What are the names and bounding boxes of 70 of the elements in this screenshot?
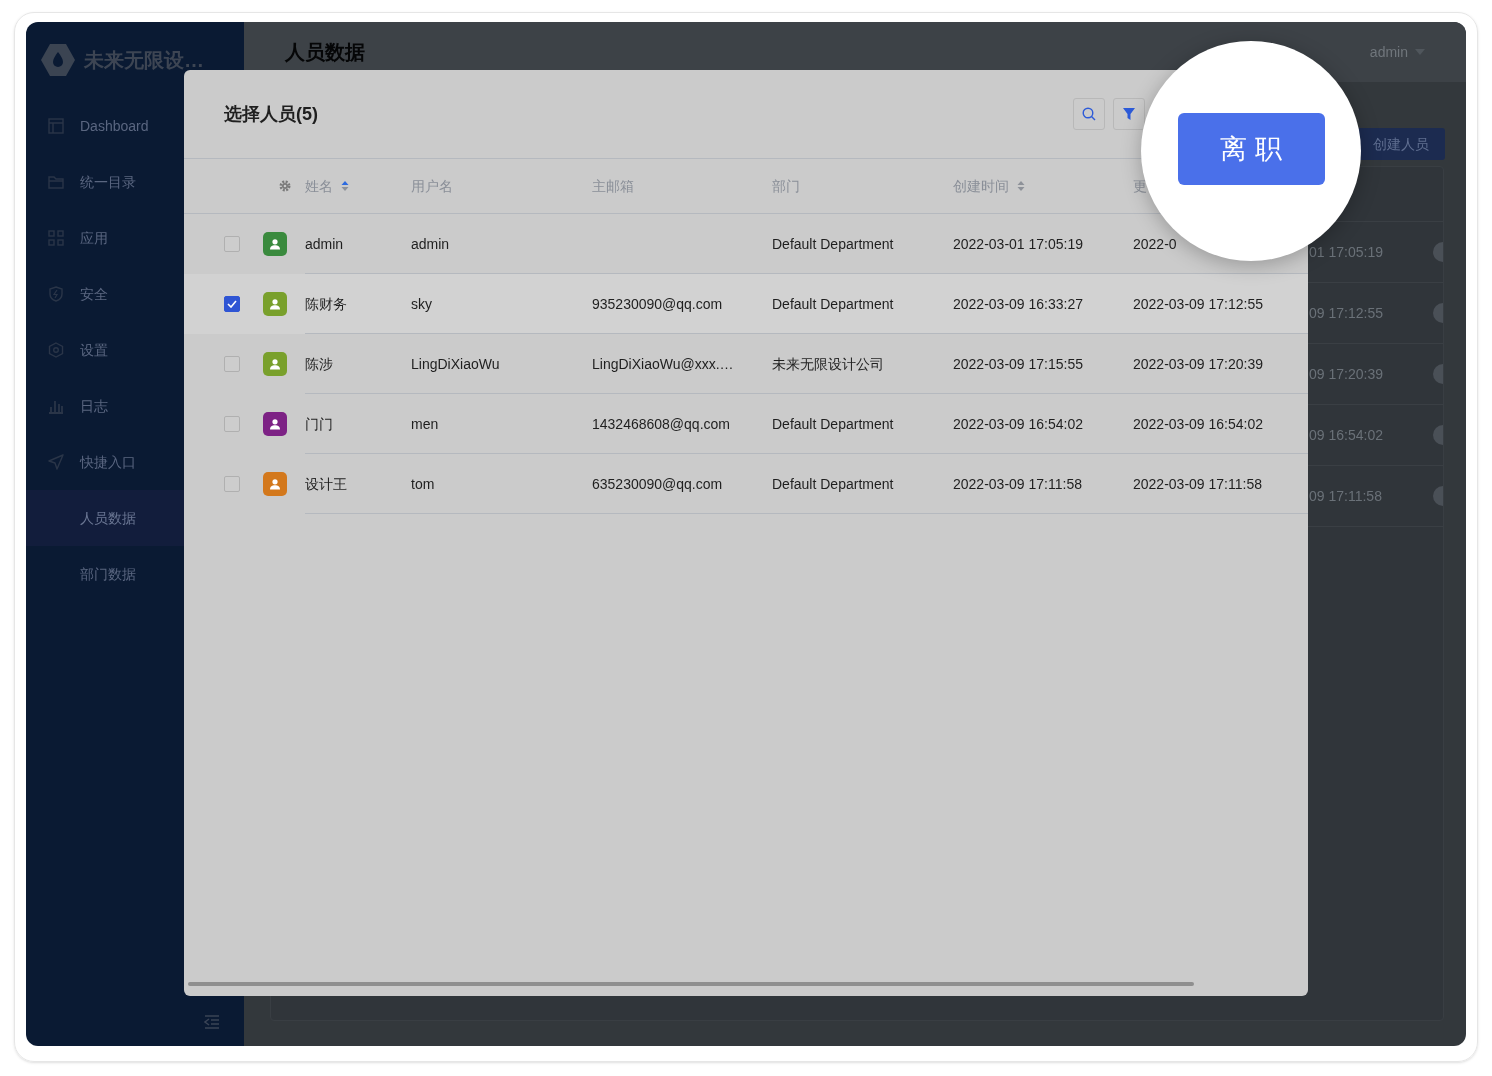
table-cell: men [411, 415, 439, 432]
table-cell: 2022-03-09 17:20:39 [1133, 355, 1263, 372]
checkbox[interactable] [224, 416, 240, 432]
collapse-icon[interactable] [204, 1015, 220, 1029]
table-cell: 未来无限设计公司 [772, 355, 884, 372]
search-icon [1082, 107, 1096, 121]
table-cell: 1432468608@qq.com [592, 415, 730, 432]
table-cell: sky [411, 295, 432, 312]
menu-item[interactable]: 应用 [26, 210, 244, 266]
table-cell: 2022-03-09 16:54:02 [953, 415, 1083, 432]
table-cell: admin [305, 235, 344, 252]
check-icon [227, 300, 237, 308]
table-cell: Default Department [772, 475, 894, 492]
table-cell: 2022-03-09 16:54:02 [1133, 415, 1263, 432]
send-icon [48, 454, 64, 470]
layout-icon [48, 118, 64, 134]
column-header: 创建时间 [953, 176, 1009, 196]
table-row[interactable]: 陈财务 sky 935230090@qq.com Default Department 2022-03-09 16:33:27 2022-03-09 17:12:55 [184, 274, 1308, 334]
search-button[interactable] [1073, 98, 1105, 130]
column-header: 姓名 [305, 176, 333, 196]
table-cell: 2022-03-09 17:12:55 [1133, 295, 1263, 312]
table-cell-text: 09 16:54:02 [1309, 425, 1383, 445]
table-cell: 2022-03-09 17:15:55 [953, 355, 1083, 372]
table-cell: 设计王 [305, 475, 347, 492]
table-cell: 门门 [305, 415, 333, 432]
filter-button[interactable] [1113, 98, 1145, 130]
table-cell-text: 09 17:20:39 [1309, 364, 1383, 384]
table-cell: 2022-03-09 17:11:58 [1133, 475, 1262, 492]
table-cell: LingDiXiaoWu@xxx.… [592, 355, 734, 372]
table-cell: 2022-03-01 17:05:19 [953, 235, 1083, 252]
table-cell: 2022-03-09 17:11:58 [953, 475, 1082, 492]
table-cell-text: 09 17:11:58 [1309, 486, 1382, 506]
column-header: 主邮箱 [592, 176, 634, 196]
dialog-title: 选择人员(5) [224, 102, 318, 126]
logo-icon [40, 42, 76, 78]
resign-button[interactable]: 离 职 [1177, 113, 1325, 185]
create-button[interactable]: 创建人员 [1357, 128, 1445, 160]
checkbox[interactable] [224, 236, 240, 252]
bar-chart-icon [48, 398, 64, 414]
scrollbar[interactable] [188, 982, 1194, 986]
checkbox[interactable] [224, 296, 240, 312]
checkbox[interactable] [224, 356, 240, 372]
sort-icon[interactable] [341, 180, 349, 192]
table-cell: Default Department [772, 295, 894, 312]
checkbox[interactable] [224, 476, 240, 492]
table-cell: Default Department [772, 235, 894, 252]
table-cell: 635230090@qq.com [592, 475, 723, 492]
table-cell-text: 09 17:12:55 [1309, 303, 1383, 323]
column-header: 更 [1133, 176, 1147, 196]
table-cell: 陈财务 [305, 295, 347, 312]
settings-icon[interactable] [279, 180, 291, 192]
table-cell: Default Department [772, 415, 894, 432]
table-cell: 935230090@qq.com [592, 295, 723, 312]
shield-icon [48, 286, 64, 302]
sort-icon[interactable] [1017, 180, 1025, 192]
menu-item[interactable]: 统一目录 [26, 154, 244, 210]
table-cell: 陈涉 [305, 355, 333, 372]
column-header: 部门 [772, 176, 800, 196]
hexagon-icon [48, 342, 64, 358]
folder-icon [48, 174, 64, 190]
page-title: 人员数据 [285, 40, 365, 65]
grid-icon [48, 230, 64, 246]
table-cell: admin [411, 235, 450, 252]
table-cell: tom [411, 475, 435, 492]
table-cell-text: 01 17:05:19 [1309, 242, 1383, 262]
table-cell: 2022-0 [1133, 235, 1177, 252]
column-header: 用户名 [411, 176, 453, 196]
table-cell: LingDiXiaoWu [411, 355, 500, 372]
filter-icon [1122, 107, 1136, 121]
table-cell: 2022-03-09 16:33:27 [953, 295, 1083, 312]
